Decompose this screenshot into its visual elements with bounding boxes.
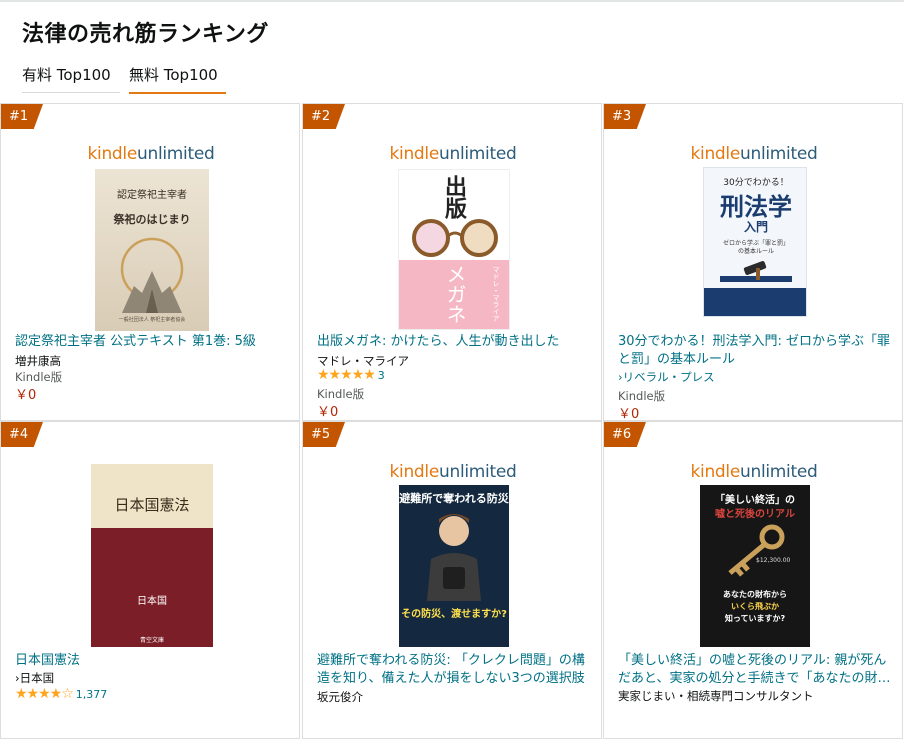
kindle-unlimited-logo: kindleunlimited <box>690 144 818 164</box>
book-author-link[interactable]: ›日本国 <box>15 670 54 686</box>
book-author: 坂元俊介 <box>317 690 363 704</box>
book-cover-image[interactable]: 30分でわかる！ 刑法学 入門 ゼロから学ぶ「罪と罰」の基本ルール <box>703 167 807 317</box>
product-card[interactable]: #2 kindleunlimited 出版 メガネ マドレ・マライア 出版メガネ… <box>302 103 602 421</box>
rank-badge: #5 <box>303 422 345 447</box>
product-card[interactable]: #3 kindleunlimited 30分でわかる！ 刑法学 入門 ゼロから学… <box>603 103 903 421</box>
product-card[interactable]: #6 kindleunlimited 「美しい終活」の 嘘と死後のリアル $12… <box>603 421 903 739</box>
top-divider <box>0 0 904 2</box>
book-title-link[interactable]: 「美しい終活」の嘘と死後のリアル: 親が死んだあと、実家の処分と手続きで「あなた… <box>618 652 894 688</box>
kindle-unlimited-logo: kindleunlimited <box>389 144 517 164</box>
product-card[interactable]: #5 kindleunlimited 避難所で奪われる防災 その防災、渡せますか… <box>302 421 602 739</box>
book-cover-image[interactable]: 認定祭祀主宰者 祭祀のはじまり 一般社団法人 祭祀主宰者協会 <box>95 169 209 331</box>
rating-count[interactable]: 1,377 <box>76 688 108 701</box>
tab-free-top100[interactable]: 無料 Top100 <box>129 62 226 94</box>
key-icon <box>728 524 785 577</box>
kindle-unlimited-logo: kindleunlimited <box>690 462 818 482</box>
book-title-link[interactable]: 日本国憲法 <box>15 652 291 670</box>
rank-badge: #1 <box>1 104 43 129</box>
book-author: 増井康高 <box>15 354 61 368</box>
kindle-unlimited-logo: kindleunlimited <box>87 144 215 164</box>
rank-badge: #3 <box>604 104 646 129</box>
tab-paid-top100[interactable]: 有料 Top100 <box>22 62 120 93</box>
book-title-link[interactable]: 避難所で奪われる防災: 「クレクレ問題」の構造を知り、備えた人が損をしない3つの… <box>317 652 593 688</box>
ritual-illustration-icon <box>120 237 184 313</box>
book-cover-image[interactable]: 出版 メガネ マドレ・マライア <box>398 169 510 330</box>
book-cover-image[interactable]: 避難所で奪われる防災 その防災、渡せますか? <box>399 485 509 647</box>
product-card[interactable]: #1 kindleunlimited 認定祭祀主宰者 祭祀のはじまり 一般社団法… <box>0 103 300 421</box>
book-author-link[interactable]: ›リベラル・プレス <box>618 369 715 385</box>
book-format: Kindle版 <box>15 370 63 384</box>
book-cover-image[interactable]: 日本国憲法 日本国 青空文庫 <box>91 464 213 647</box>
book-format: Kindle版 <box>618 389 666 403</box>
gavel-icon <box>720 261 792 282</box>
book-price: ￥0 <box>15 388 37 403</box>
kindle-unlimited-logo: kindleunlimited <box>389 462 517 482</box>
book-author: 実家じまい・相続専門コンサルタント <box>618 689 814 703</box>
rank-badge: #2 <box>303 104 345 129</box>
book-title-link[interactable]: 認定祭祀主宰者 公式テキスト 第1巻: 5級 <box>15 333 291 351</box>
product-card[interactable]: #4 日本国憲法 日本国 青空文庫 日本国憲法 ›日本国 ★★★★☆ 1,377 <box>0 421 300 739</box>
book-price: ￥0 <box>618 407 640 421</box>
glasses-icon <box>412 219 498 257</box>
rank-badge: #6 <box>604 422 646 447</box>
book-title-link[interactable]: 出版メガネ: かけたら、人生が動き出した <box>317 333 593 351</box>
rank-badge: #4 <box>1 422 43 447</box>
person-with-bag-icon <box>427 514 481 601</box>
book-cover-image[interactable]: 「美しい終活」の 嘘と死後のリアル $12,300.00 あなたの財布から いく… <box>700 485 810 647</box>
book-price: ￥0 <box>317 405 339 420</box>
book-format: Kindle版 <box>317 387 365 401</box>
rating-stars[interactable]: ★★★★★ 3 <box>317 367 385 383</box>
book-title-link[interactable]: 30分でわかる！刑法学入門: ゼロから学ぶ「罪と罰」の基本ルール <box>618 333 894 369</box>
ranking-grid: #1 kindleunlimited 認定祭祀主宰者 祭祀のはじまり 一般社団法… <box>0 103 904 739</box>
rating-count[interactable]: 3 <box>378 369 385 382</box>
page-title: 法律の売れ筋ランキング <box>22 22 269 47</box>
